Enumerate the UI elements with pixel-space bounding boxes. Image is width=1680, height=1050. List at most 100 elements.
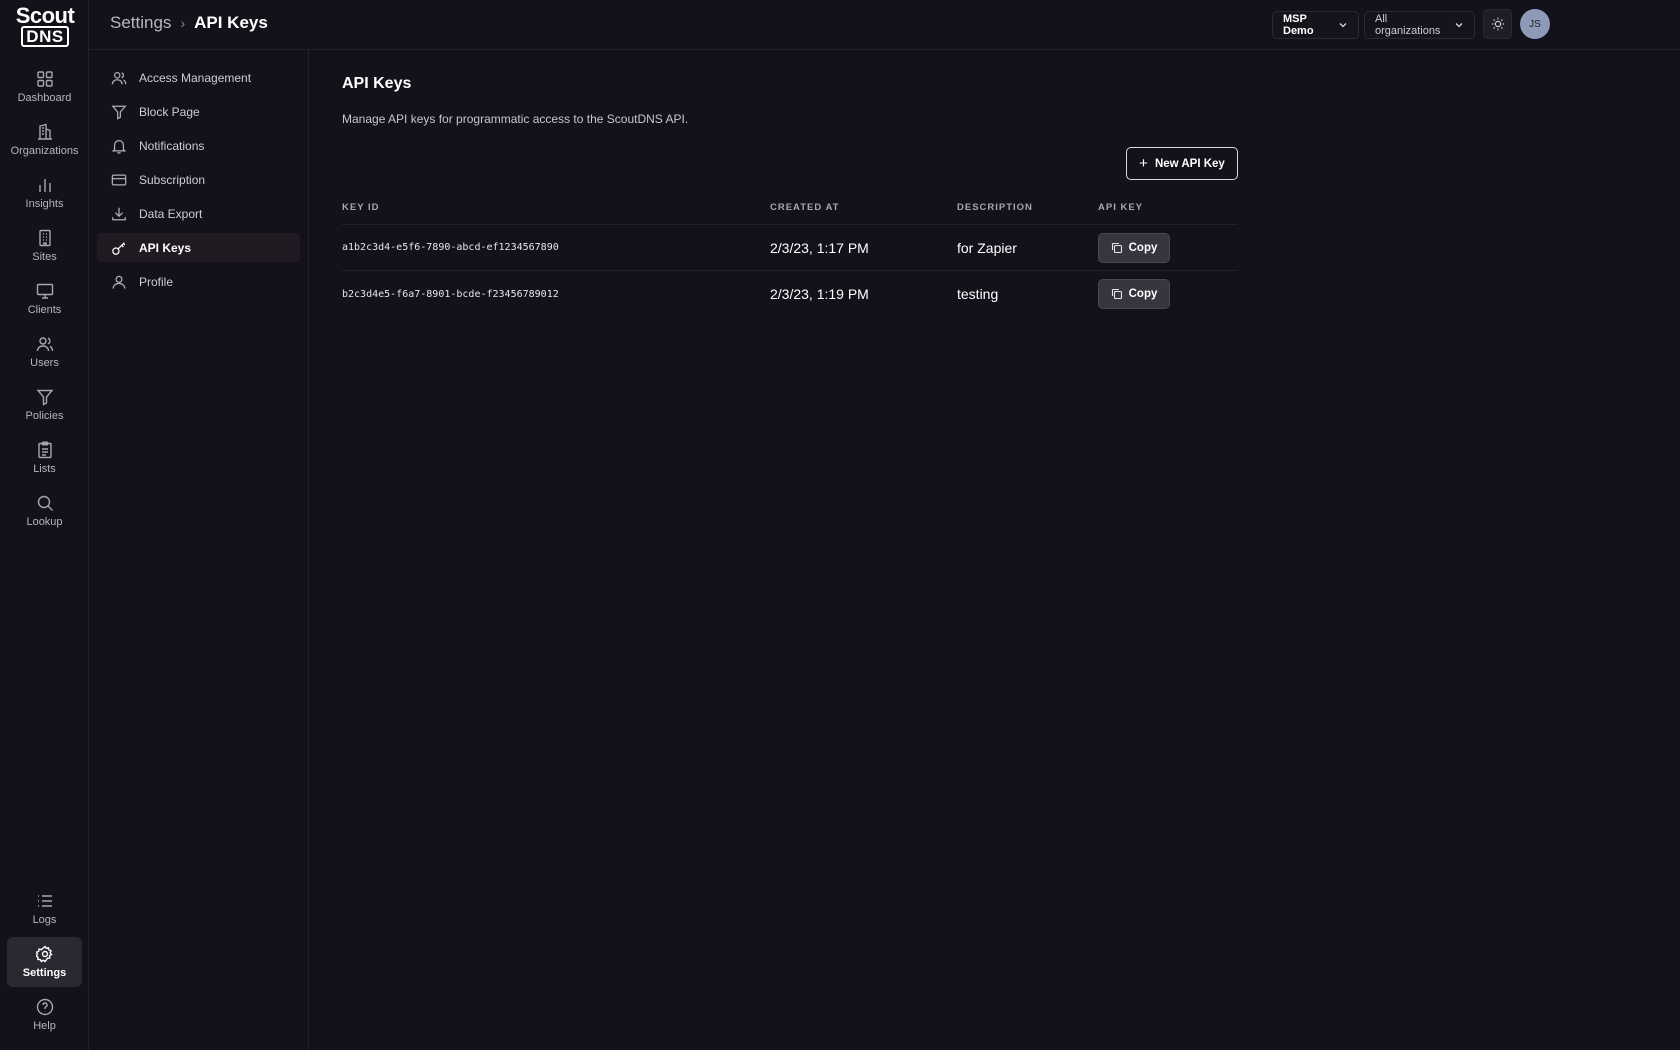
chevron-down-icon [1454, 20, 1464, 30]
user-avatar[interactable]: JS [1520, 9, 1550, 39]
main-content: API Keys Manage API keys for programmati… [310, 50, 1680, 1050]
settings-nav-subscription[interactable]: Subscription [97, 165, 300, 194]
copy-api-key-button[interactable]: Copy [1098, 232, 1170, 263]
organization-select-value: All organizations [1375, 13, 1441, 37]
theme-toggle-button[interactable] [1483, 9, 1512, 39]
nav-settings-label: Settings [22, 967, 67, 979]
settings-nav-label: Profile [139, 274, 174, 289]
page-description: Manage API keys for programmatic access … [342, 112, 689, 126]
nav-help-label: Help [33, 1020, 56, 1032]
key-id-cell: a1b2c3d4-e5f6-7890-abcd-ef1234567890 [342, 242, 559, 253]
settings-nav-label: Access Management [139, 70, 252, 85]
settings-nav-label: Data Export [139, 206, 203, 221]
column-header-api-key: API KEY [1098, 201, 1144, 213]
column-header-created-at: CREATED AT [770, 201, 840, 213]
tenant-select[interactable]: MSP Demo [1272, 11, 1359, 39]
settings-nav-label: Notifications [139, 138, 205, 153]
users-icon [36, 335, 54, 353]
settings-nav-label: Subscription [139, 172, 206, 187]
nav-users[interactable]: Users [7, 327, 82, 377]
copy-icon [1111, 242, 1129, 254]
nav-insights[interactable]: Insights [7, 168, 82, 218]
created-at-cell: 2/3/23, 1:17 PM [770, 239, 869, 256]
created-at-cell: 2/3/23, 1:19 PM [770, 286, 869, 302]
key-icon [111, 240, 129, 256]
download-icon [111, 206, 129, 222]
settings-sidebar: Access Management Block Page Notificatio… [89, 50, 309, 1050]
sun-icon [1491, 17, 1505, 31]
logo-text-bottom: DNS [21, 26, 69, 47]
settings-nav-label: Block Page [139, 104, 200, 119]
breadcrumb: Settings › API Keys [110, 13, 268, 33]
breadcrumb-settings[interactable]: Settings [110, 13, 171, 33]
search-icon [36, 494, 54, 512]
api-key-cell: Copy [1098, 232, 1238, 263]
nav-lookup[interactable]: Lookup [7, 486, 82, 536]
new-api-key-button[interactable]: + New API Key [1126, 147, 1238, 180]
nav-help[interactable]: Help [7, 990, 82, 1040]
nav-insights-label: Insights [25, 198, 64, 210]
nav-sites[interactable]: Sites [7, 221, 82, 271]
key-id-cell: b2c3d4e5-f6a7-8901-bcde-f23456789012 [342, 288, 559, 300]
copy-label: Copy [1128, 241, 1158, 254]
monitor-icon [36, 282, 54, 300]
nav-clients[interactable]: Clients [7, 274, 82, 324]
office-building-icon [36, 229, 54, 247]
breadcrumb-current: API Keys [194, 13, 268, 32]
nav-clients-label: Clients [27, 304, 62, 316]
nav-lookup-label: Lookup [26, 516, 63, 528]
nav-organizations-label: Organizations [10, 145, 79, 157]
table-header: KEY ID CREATED AT DESCRIPTION API KEY [342, 190, 1238, 225]
settings-nav-profile[interactable]: Profile [97, 267, 300, 296]
nav-users-label: Users [30, 357, 59, 369]
column-header-key-id: KEY ID [342, 201, 380, 213]
settings-nav-block-page[interactable]: Block Page [97, 97, 300, 126]
scoutdns-logo[interactable]: Scout DNS [15, 3, 75, 47]
api-key-cell: Copy [1098, 279, 1238, 309]
nav-logs-label: Logs [32, 914, 57, 926]
list-icon [36, 892, 54, 910]
filter-icon [35, 388, 54, 406]
breadcrumb-separator: › [180, 15, 186, 31]
nav-lists[interactable]: Lists [7, 433, 82, 483]
table-row: b2c3d4e5-f6a7-8901-bcde-f23456789012 2/3… [342, 271, 1238, 317]
user-icon [111, 274, 129, 290]
settings-nav-access-management[interactable]: Access Management [97, 63, 300, 92]
organization-select[interactable]: All organizations [1364, 11, 1475, 39]
copy-label: Copy [1128, 288, 1158, 300]
page-title: API Keys [342, 75, 412, 92]
building-icon [36, 123, 54, 141]
copy-api-key-button[interactable]: Copy [1098, 279, 1170, 309]
api-keys-table: KEY ID CREATED AT DESCRIPTION API KEY a1… [342, 190, 1238, 317]
settings-nav-api-keys[interactable]: API Keys [97, 233, 300, 262]
logo-text-top: Scout [15, 3, 75, 28]
gear-icon [35, 945, 54, 963]
nav-dashboard[interactable]: Dashboard [7, 62, 82, 112]
nav-logs[interactable]: Logs [7, 884, 82, 934]
settings-nav-label: API Keys [139, 240, 192, 255]
settings-nav-notifications[interactable]: Notifications [97, 131, 300, 160]
settings-nav-data-export[interactable]: Data Export [97, 199, 300, 228]
nav-settings[interactable]: Settings [7, 937, 82, 987]
dashboard-grid-icon [36, 70, 54, 88]
nav-sites-label: Sites [32, 251, 57, 263]
clipboard-list-icon [36, 441, 54, 459]
nav-dashboard-label: Dashboard [17, 92, 72, 104]
description-cell: testing [957, 286, 999, 302]
column-header-description: DESCRIPTION [957, 201, 1033, 213]
main-nav-rail: Scout DNS Dashboard Organizations Insigh… [0, 0, 89, 1050]
new-api-key-label: New API Key [1154, 157, 1225, 170]
nav-organizations[interactable]: Organizations [7, 115, 82, 165]
plus-icon: + [1139, 155, 1148, 172]
description-cell: for Zapier [957, 239, 1017, 256]
credit-card-icon [111, 172, 129, 188]
table-row: a1b2c3d4-e5f6-7890-abcd-ef1234567890 2/3… [342, 225, 1238, 271]
copy-icon [1111, 288, 1129, 300]
nav-policies-label: Policies [25, 410, 64, 422]
filter-icon [111, 104, 129, 120]
chevron-down-icon [1338, 20, 1348, 30]
bar-chart-icon [36, 176, 54, 194]
bell-icon [111, 138, 129, 154]
tenant-select-value: MSP Demo [1283, 13, 1314, 37]
nav-policies[interactable]: Policies [7, 380, 82, 430]
